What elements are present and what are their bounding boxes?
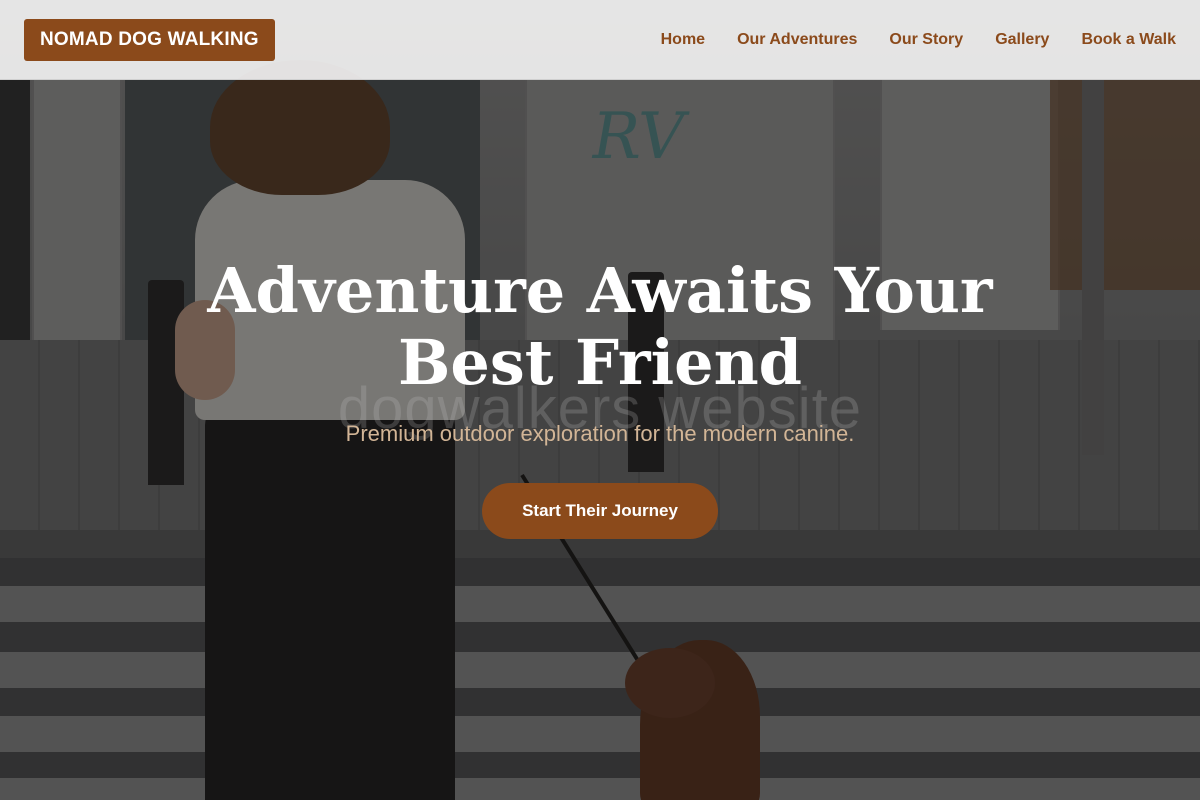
hero-content: Adventure Awaits Your Best Friend dogwal… [0,255,1200,539]
main-nav: Home Our Adventures Our Story Gallery Bo… [661,31,1176,49]
start-journey-button[interactable]: Start Their Journey [482,483,718,539]
nav-our-story[interactable]: Our Story [889,31,963,49]
site-logo[interactable]: NOMAD DOG WALKING [24,18,275,61]
nav-gallery[interactable]: Gallery [995,31,1049,49]
site-header: NOMAD DOG WALKING Home Our Adventures Ou… [0,0,1200,80]
nav-our-adventures[interactable]: Our Adventures [737,31,857,49]
hero-subline: Premium outdoor exploration for the mode… [345,421,855,446]
nav-book-a-walk[interactable]: Book a Walk [1081,31,1176,49]
nav-home[interactable]: Home [661,31,705,49]
